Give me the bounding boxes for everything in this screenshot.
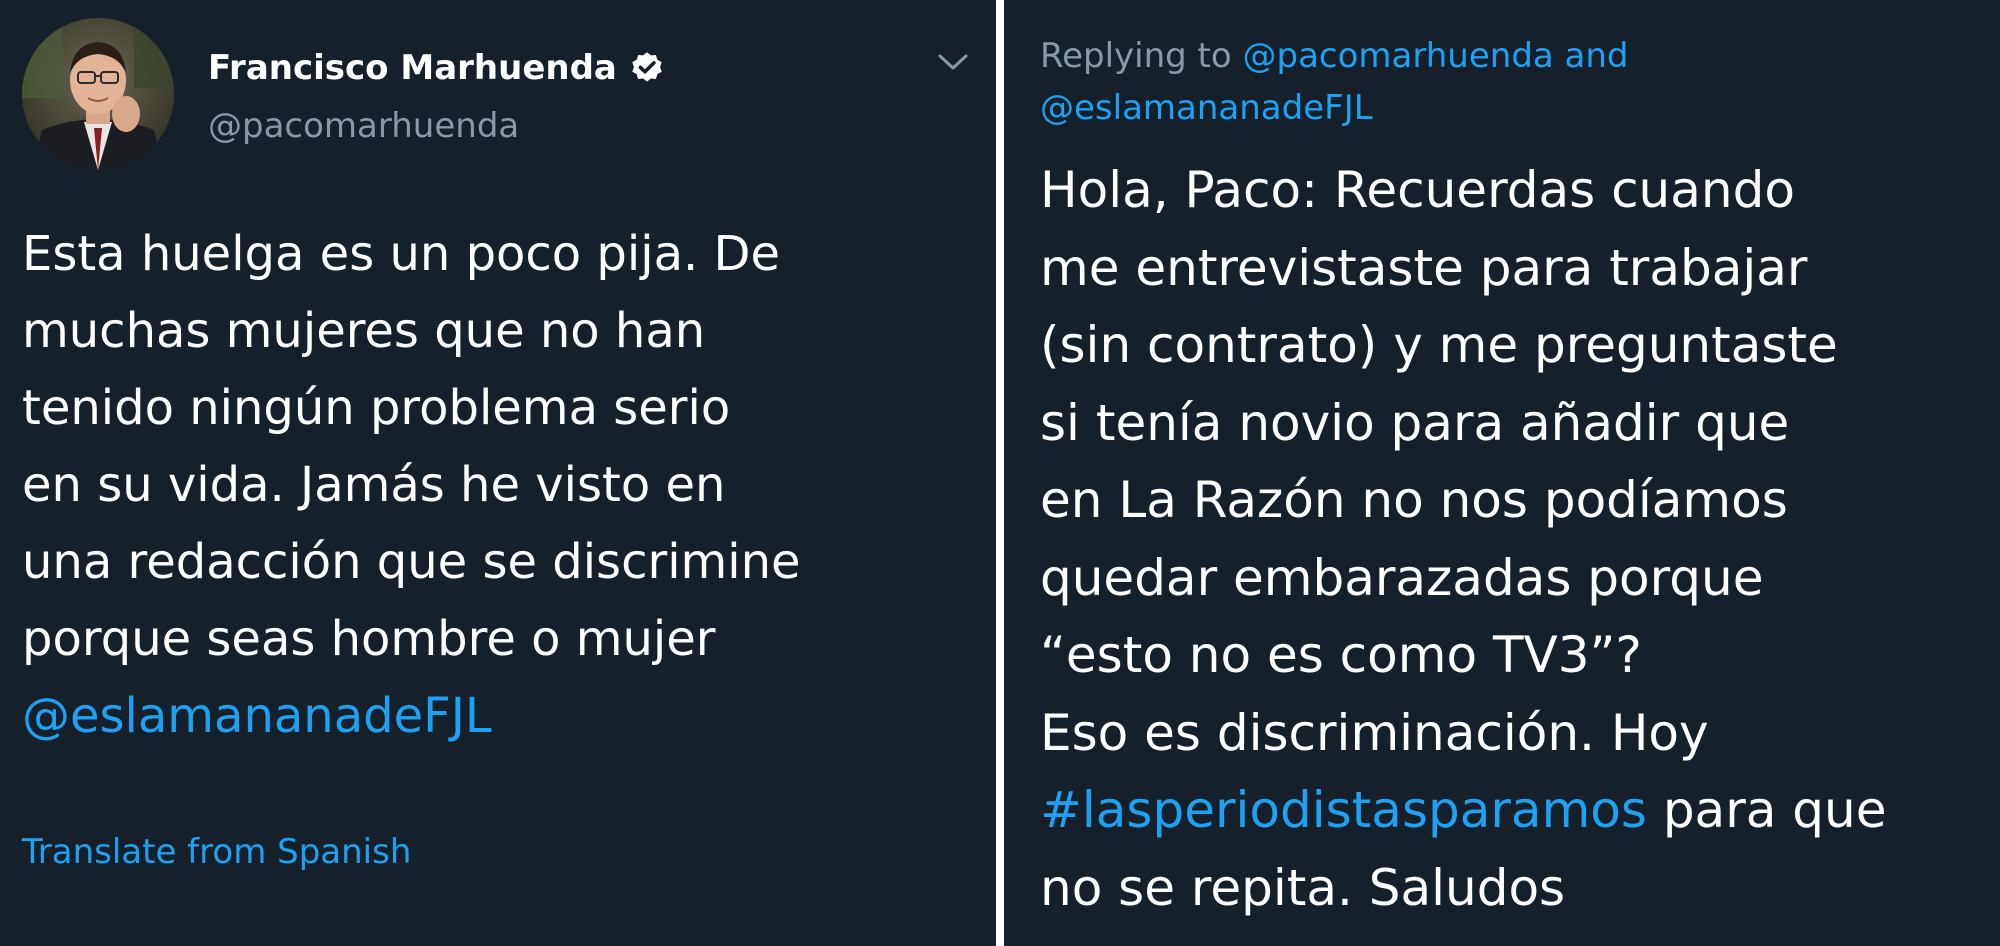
tweet-line: en su vida. Jamás he visto en bbox=[22, 457, 726, 513]
mention-link[interactable]: @eslamananadeFJL bbox=[22, 678, 801, 755]
left-tweet-panel: Francisco Marhuenda @pacomarhuenda Esta … bbox=[0, 0, 996, 946]
tweet-line: Eso es discriminación. Hoy bbox=[1040, 703, 1709, 762]
hashtag-link[interactable]: #lasperiodistasparamos bbox=[1040, 781, 1647, 839]
verified-badge-icon bbox=[629, 50, 665, 86]
tweet-line: Hola, Paco: Recuerdas cuando bbox=[1040, 161, 1795, 219]
tweet-line: (sin contrato) y me preguntaste bbox=[1040, 316, 1838, 374]
tweet-line: quedar embarazadas porque bbox=[1040, 548, 1764, 607]
replying-to: Replying to @pacomarhuenda and @eslamana… bbox=[1040, 30, 1629, 134]
reply-body: Hola, Paco: Recuerdas cuando me entrevis… bbox=[1040, 152, 1886, 927]
tweet-line: si tenía novio para añadir que bbox=[1040, 393, 1790, 452]
display-name[interactable]: Francisco Marhuenda bbox=[208, 46, 665, 90]
avatar[interactable] bbox=[22, 18, 174, 170]
tweet-line: en La Razón no nos podíamos bbox=[1040, 471, 1788, 529]
tweet-line: Esta huelga es un poco pija. De bbox=[22, 226, 780, 282]
replying-user-link[interactable]: @pacomarhuenda bbox=[1243, 36, 1554, 76]
tweet-line: no se repita. Saludos bbox=[1040, 858, 1566, 917]
tweet-line: porque seas hombre o mujer bbox=[22, 611, 716, 667]
hashtag-suffix: para que bbox=[1646, 781, 1887, 839]
right-tweet-panel: Replying to @pacomarhuenda and @eslamana… bbox=[1004, 0, 2000, 946]
replying-prefix: Replying to bbox=[1040, 36, 1243, 76]
tweet-line: muchas mujeres que no han bbox=[22, 303, 706, 359]
tweet-line: “esto no es como TV3”? bbox=[1040, 626, 1642, 684]
replying-and: and bbox=[1553, 36, 1629, 76]
profile-photo bbox=[22, 18, 174, 170]
replying-user-link[interactable]: @eslamananadeFJL bbox=[1040, 88, 1373, 128]
replying-line-2: @eslamananadeFJL bbox=[1040, 82, 1629, 134]
translate-link[interactable]: Translate from Spanish bbox=[22, 830, 411, 874]
replying-line-1: Replying to @pacomarhuenda and bbox=[1040, 30, 1629, 82]
tweet-line: me entrevistaste para trabajar bbox=[1040, 238, 1808, 297]
tweet-body: Esta huelga es un poco pija. De muchas m… bbox=[22, 216, 801, 755]
user-handle[interactable]: @pacomarhuenda bbox=[208, 104, 519, 148]
tweet-line: tenido ningún problema serio bbox=[22, 380, 731, 436]
display-name-text: Francisco Marhuenda bbox=[208, 48, 617, 88]
tweet-line: una redacción que se discrimine bbox=[22, 534, 801, 590]
chevron-down-icon[interactable] bbox=[936, 50, 970, 74]
tweet-line: #lasperiodistasparamos para que bbox=[1040, 772, 1886, 850]
